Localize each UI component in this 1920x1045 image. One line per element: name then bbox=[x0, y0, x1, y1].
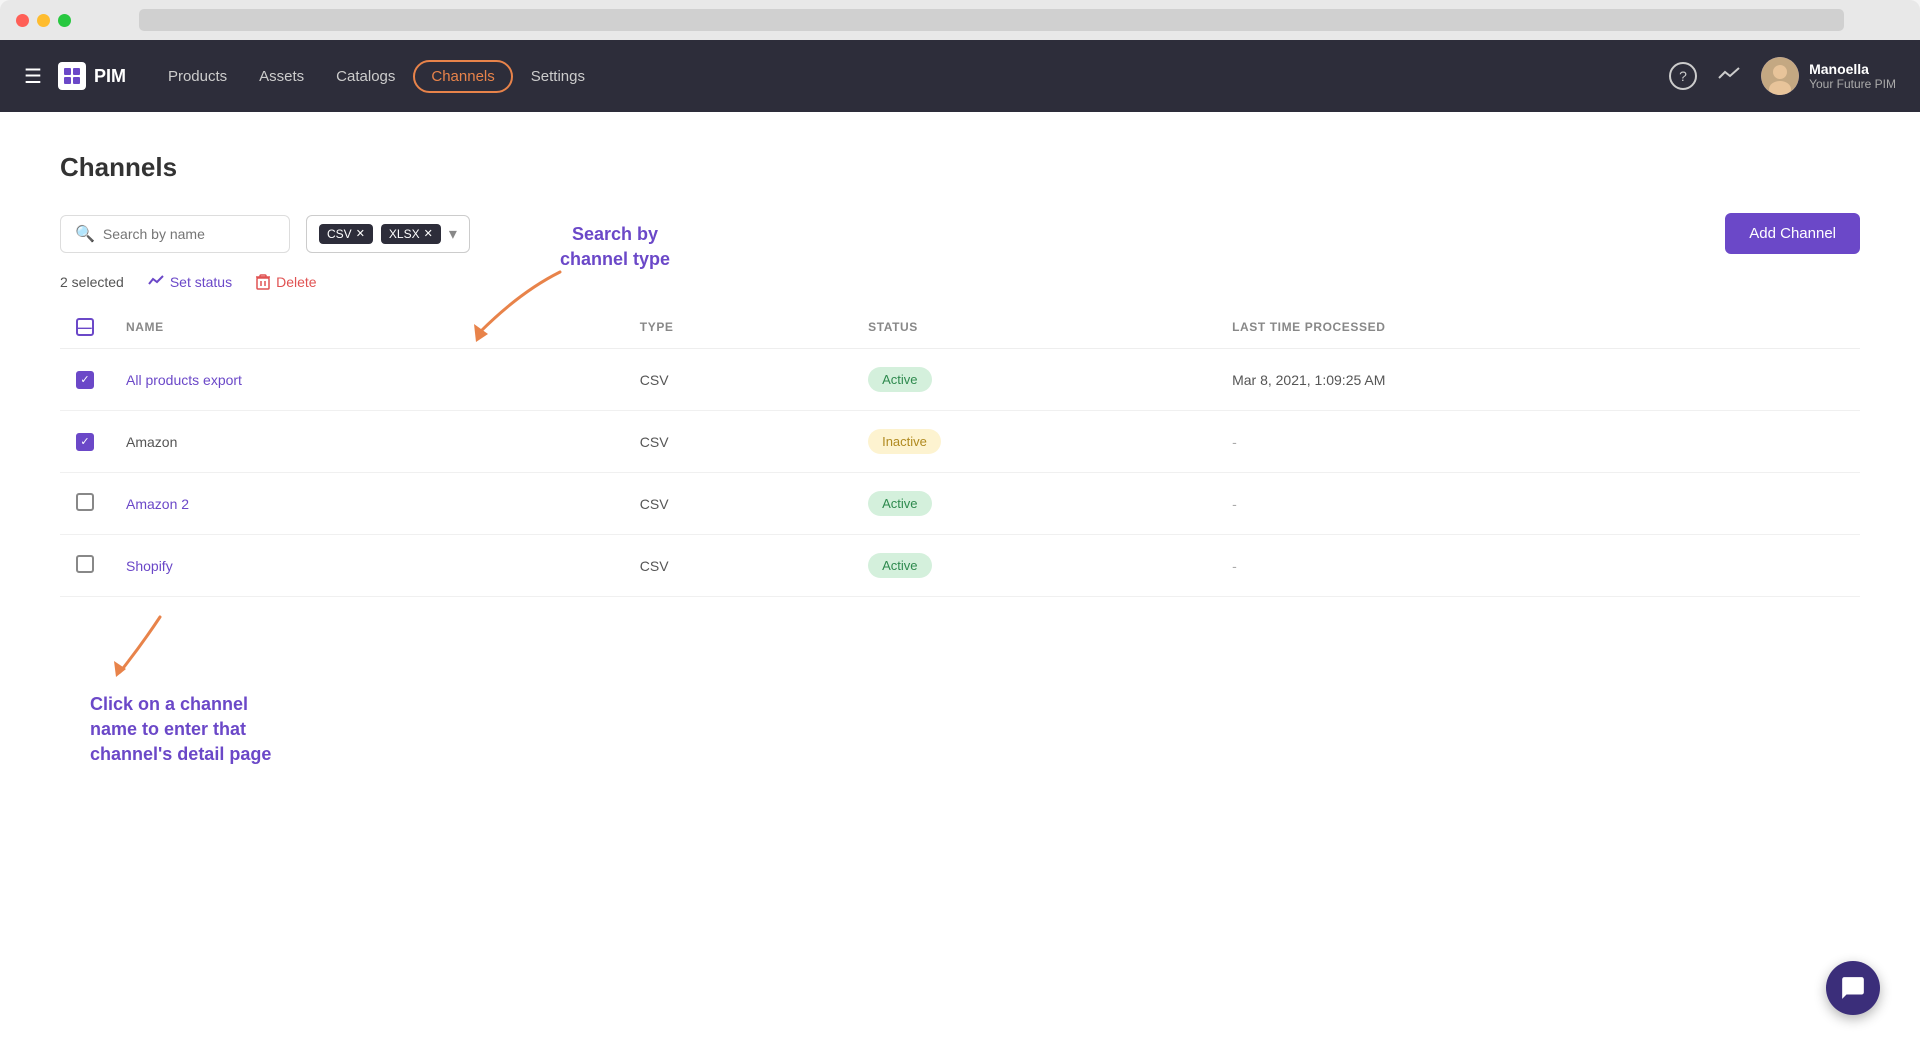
filter-dropdown[interactable]: CSV ✕ XLSX ✕ ▾ bbox=[306, 215, 470, 253]
filter-tag-xlsx-label: XLSX bbox=[389, 227, 420, 241]
user-info: Manoella Your Future PIM bbox=[1809, 61, 1896, 91]
row-name: All products export bbox=[110, 349, 624, 411]
nav-items: Products Assets Catalogs Channels Settin… bbox=[154, 60, 1661, 93]
logo-text: PIM bbox=[94, 66, 126, 87]
row-type: CSV bbox=[624, 535, 852, 597]
row-name: Shopify bbox=[110, 535, 624, 597]
annotation-text-click: Click on a channelname to enter thatchan… bbox=[90, 692, 271, 768]
window-chrome bbox=[0, 0, 1920, 40]
selected-count: 2 selected bbox=[60, 274, 124, 290]
delete-icon bbox=[256, 274, 270, 290]
logo-icon bbox=[58, 62, 86, 90]
dot-yellow[interactable] bbox=[37, 14, 50, 27]
row-checkbox-1[interactable]: ✓ bbox=[76, 371, 94, 389]
chat-bubble[interactable] bbox=[1826, 961, 1880, 1015]
nav-catalogs[interactable]: Catalogs bbox=[322, 60, 409, 93]
select-all-checkbox[interactable]: — bbox=[76, 318, 94, 336]
filter-tag-csv-remove[interactable]: ✕ bbox=[356, 227, 365, 240]
status-badge: Active bbox=[868, 553, 931, 578]
table-row: ✓ All products export CSV Active Mar 8, 2021… bbox=[60, 349, 1860, 411]
status-badge: Inactive bbox=[868, 429, 941, 454]
topnav: ☰ PIM Products Assets Catalogs Channels … bbox=[0, 40, 1920, 112]
filter-chevron-icon: ▾ bbox=[449, 224, 457, 244]
add-channel-button[interactable]: Add Channel bbox=[1725, 213, 1860, 254]
channel-link-4[interactable]: Shopify bbox=[126, 558, 173, 574]
row-checkbox-2[interactable]: ✓ bbox=[76, 433, 94, 451]
row-type: CSV bbox=[624, 411, 852, 473]
row-checkbox-cell bbox=[60, 473, 110, 535]
row-last-processed: - bbox=[1216, 411, 1860, 473]
row-checkbox-4[interactable] bbox=[76, 555, 94, 573]
status-badge: Active bbox=[868, 367, 931, 392]
search-icon: 🔍 bbox=[75, 224, 95, 244]
search-box[interactable]: 🔍 bbox=[60, 215, 290, 253]
row-name: Amazon 2 bbox=[110, 473, 624, 535]
row-checkbox-cell: ✓ bbox=[60, 349, 110, 411]
table-row: ✓ Amazon CSV Inactive - bbox=[60, 411, 1860, 473]
header-last-processed: LAST TIME PROCESSED bbox=[1216, 306, 1860, 349]
channels-table: — NAME TYPE STATUS LAST TIME PROCESSED ✓… bbox=[60, 306, 1860, 597]
row-status: Inactive bbox=[852, 411, 1216, 473]
row-last-processed: Mar 8, 2021, 1:09:25 AM bbox=[1216, 349, 1860, 411]
set-status-icon bbox=[148, 274, 164, 290]
header-name: NAME bbox=[110, 306, 624, 349]
row-name: Amazon bbox=[110, 411, 624, 473]
page-title: Channels bbox=[60, 152, 1860, 183]
url-bar[interactable] bbox=[139, 9, 1844, 31]
toolbar: 🔍 CSV ✕ XLSX ✕ ▾ Add Channel bbox=[60, 213, 1860, 254]
row-type: CSV bbox=[624, 473, 852, 535]
nav-channels[interactable]: Channels bbox=[413, 60, 512, 93]
user-name: Manoella bbox=[1809, 61, 1896, 77]
pim-logo[interactable]: PIM bbox=[58, 62, 126, 90]
nav-settings[interactable]: Settings bbox=[517, 60, 599, 93]
hamburger-icon[interactable]: ☰ bbox=[24, 64, 42, 89]
channel-link-2[interactable]: Amazon bbox=[126, 434, 177, 450]
row-status: Active bbox=[852, 349, 1216, 411]
set-status-label: Set status bbox=[170, 274, 232, 290]
row-checkbox-cell: ✓ bbox=[60, 411, 110, 473]
trend-icon[interactable] bbox=[1717, 65, 1741, 88]
row-checkbox-cell bbox=[60, 535, 110, 597]
main-content: Channels 🔍 CSV ✕ XLSX ✕ ▾ Add Channel 2 … bbox=[0, 112, 1920, 1045]
nav-assets[interactable]: Assets bbox=[245, 60, 318, 93]
user-subtitle: Your Future PIM bbox=[1809, 77, 1896, 91]
help-icon[interactable]: ? bbox=[1669, 62, 1697, 90]
filter-tag-xlsx-remove[interactable]: ✕ bbox=[424, 227, 433, 240]
filter-tag-csv-label: CSV bbox=[327, 227, 352, 241]
row-status: Active bbox=[852, 535, 1216, 597]
topnav-right: ? Manoella Your Future PIM bbox=[1669, 57, 1896, 95]
filter-tag-csv: CSV ✕ bbox=[319, 224, 373, 244]
header-type: TYPE bbox=[624, 306, 852, 349]
delete-button[interactable]: Delete bbox=[256, 274, 316, 290]
annotation-click-channel: Click on a channelname to enter thatchan… bbox=[90, 657, 271, 768]
dot-red[interactable] bbox=[16, 14, 29, 27]
annotation-arrow-click bbox=[100, 607, 180, 687]
row-last-processed: - bbox=[1216, 535, 1860, 597]
filter-tag-xlsx: XLSX ✕ bbox=[381, 224, 441, 244]
user-section[interactable]: Manoella Your Future PIM bbox=[1761, 57, 1896, 95]
chat-icon bbox=[1840, 975, 1866, 1001]
status-badge: Active bbox=[868, 491, 931, 516]
set-status-button[interactable]: Set status bbox=[148, 274, 232, 290]
row-type: CSV bbox=[624, 349, 852, 411]
table-row: Shopify CSV Active - bbox=[60, 535, 1860, 597]
channel-link-1[interactable]: All products export bbox=[126, 372, 242, 388]
avatar bbox=[1761, 57, 1799, 95]
row-checkbox-3[interactable] bbox=[76, 493, 94, 511]
dot-green[interactable] bbox=[58, 14, 71, 27]
nav-products[interactable]: Products bbox=[154, 60, 241, 93]
row-last-processed: - bbox=[1216, 473, 1860, 535]
row-status: Active bbox=[852, 473, 1216, 535]
bulk-actions: 2 selected Set status Delete bbox=[60, 274, 1860, 290]
header-checkbox-cell: — bbox=[60, 306, 110, 349]
header-status: STATUS bbox=[852, 306, 1216, 349]
search-input[interactable] bbox=[103, 226, 275, 242]
channel-link-3[interactable]: Amazon 2 bbox=[126, 496, 189, 512]
table-row: Amazon 2 CSV Active - bbox=[60, 473, 1860, 535]
delete-label: Delete bbox=[276, 274, 316, 290]
indeterminate-icon: — bbox=[78, 319, 93, 335]
